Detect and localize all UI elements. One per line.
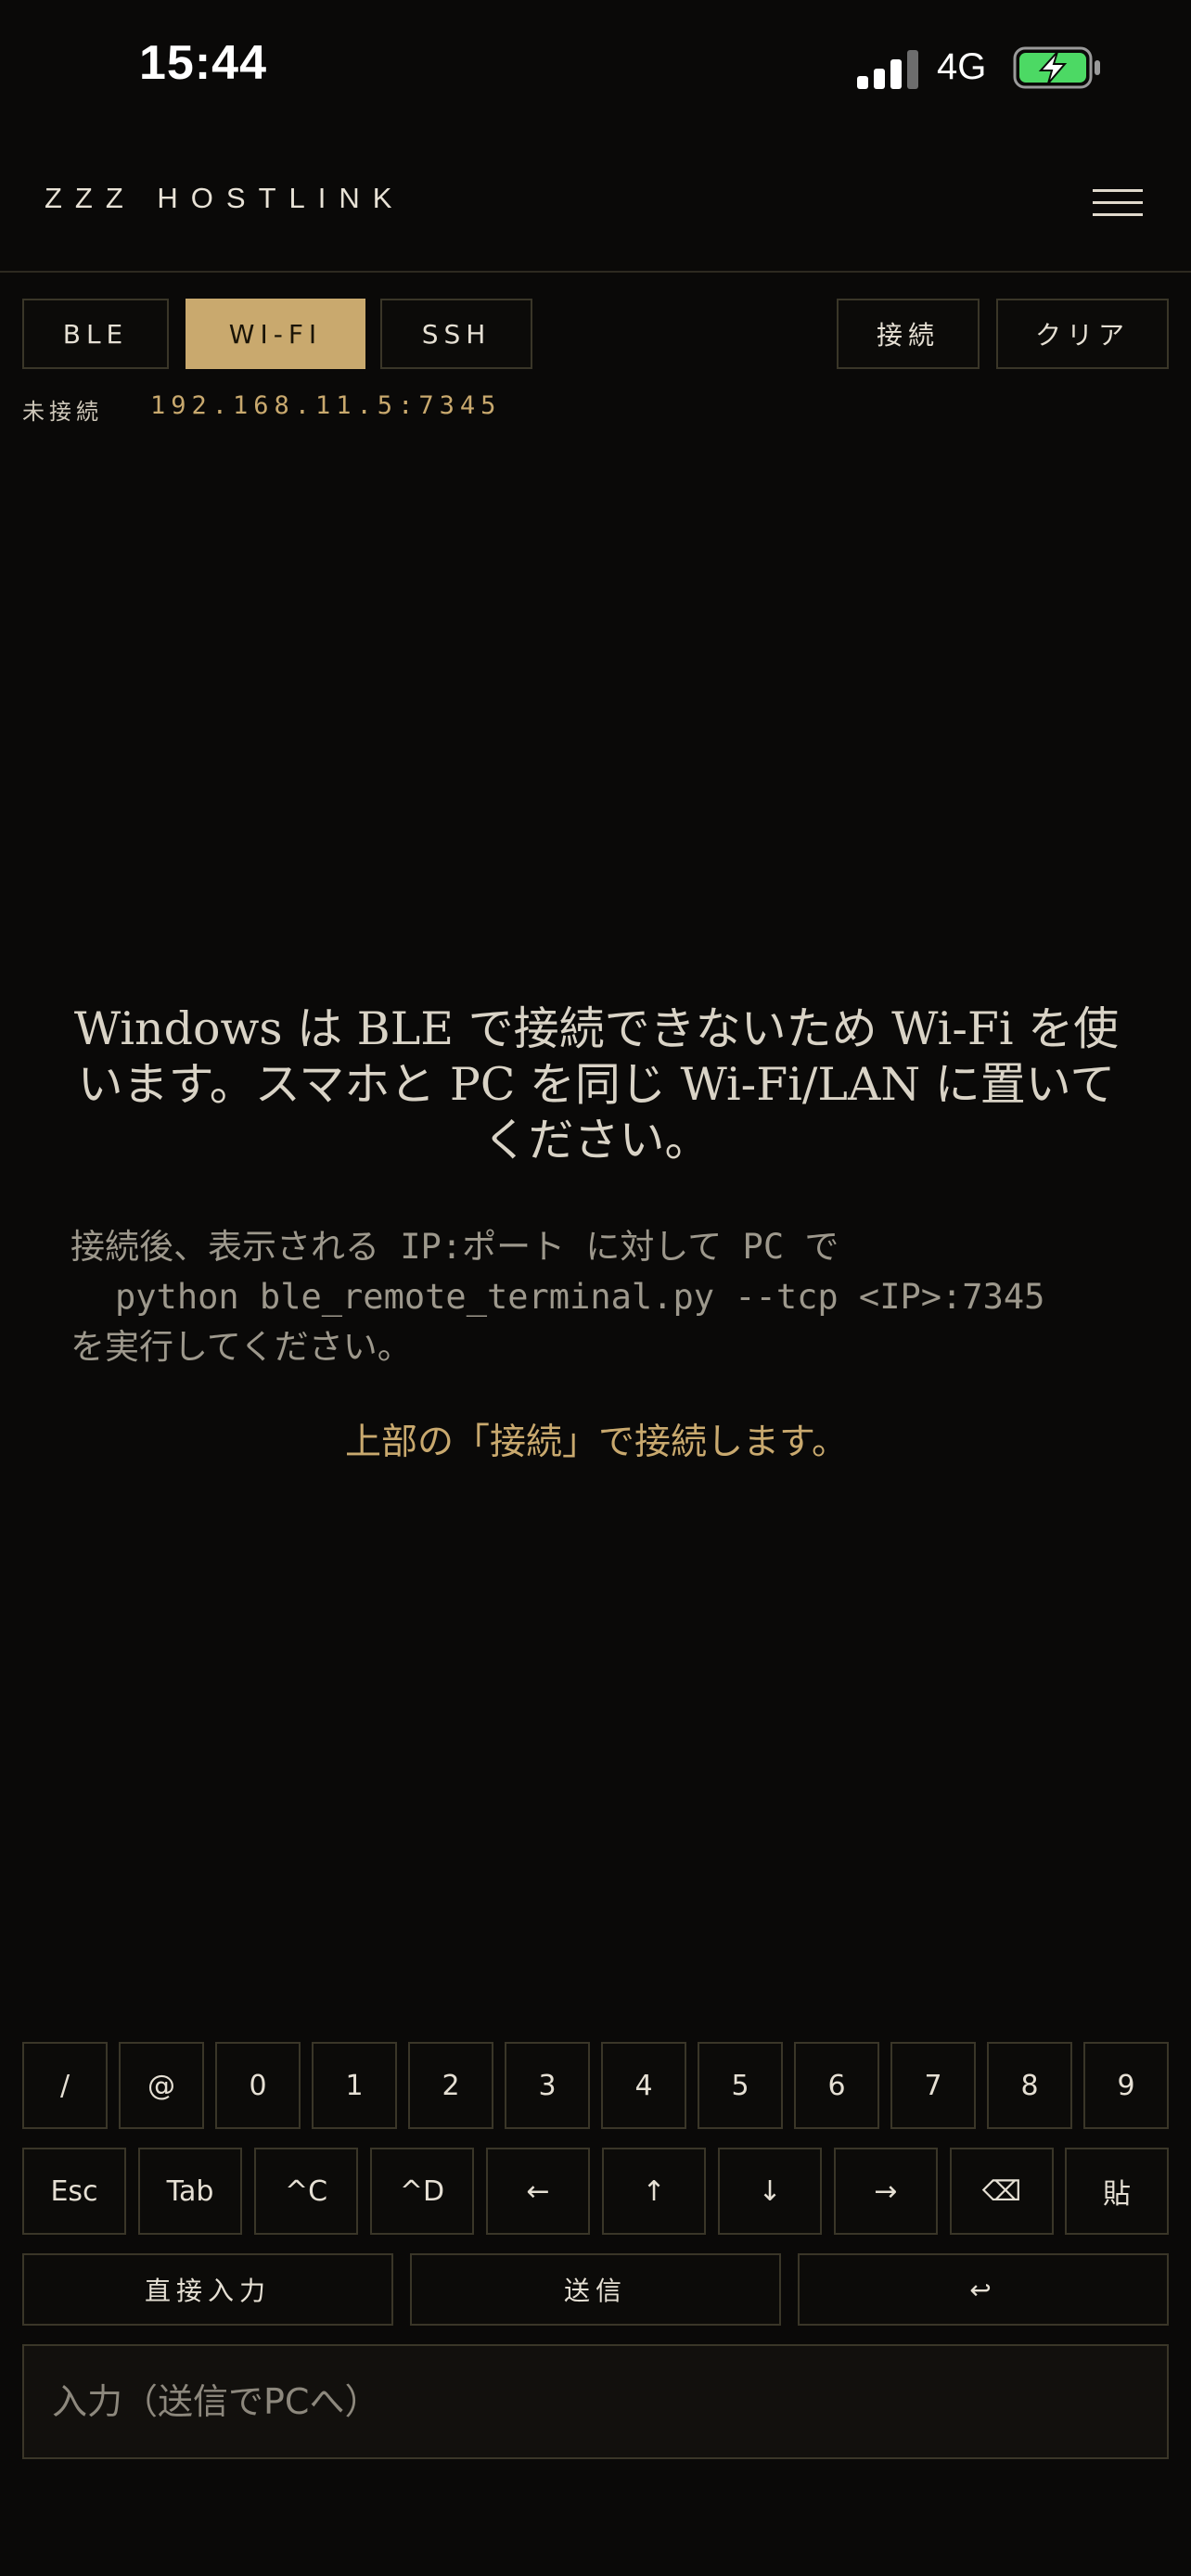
key-0[interactable]: 0 <box>215 2042 301 2129</box>
command-instruction: 接続後、表示される IP:ポート に対して PC で python ble_re… <box>70 1222 1137 1372</box>
message-input[interactable]: 入力（送信でPCへ） <box>22 2344 1169 2459</box>
key-9[interactable]: 9 <box>1083 2042 1169 2129</box>
send-button[interactable]: 送信 <box>410 2253 781 2326</box>
command-line-2: python ble_remote_terminal.py --tcp <IP>… <box>115 1277 1045 1317</box>
key-ctrl-d[interactable]: ^D <box>370 2148 474 2235</box>
connection-status: 未接続 <box>22 399 103 425</box>
connect-hint: 上部の「接続」で接続します。 <box>344 1422 849 1463</box>
connection-address: 192.168.11.5:7345 <box>150 391 502 420</box>
key-4[interactable]: 4 <box>601 2042 686 2129</box>
tab-ble[interactable]: BLE <box>22 299 169 369</box>
key-6[interactable]: 6 <box>794 2042 879 2129</box>
connect-button[interactable]: 接続 <box>837 299 980 369</box>
header-divider <box>0 271 1191 273</box>
direct-input-button[interactable]: 直接入力 <box>22 2253 393 2326</box>
key-arrow-left[interactable]: ← <box>486 2148 590 2235</box>
key-3[interactable]: 3 <box>505 2042 590 2129</box>
network-type: 4G <box>937 46 987 87</box>
command-line-1: 接続後、表示される IP:ポート に対して PC で <box>70 1227 839 1267</box>
key-2[interactable]: 2 <box>408 2042 493 2129</box>
signal-icon <box>857 46 920 89</box>
tab-ssh[interactable]: SSH <box>380 299 532 369</box>
key-ctrl-c[interactable]: ^C <box>254 2148 358 2235</box>
key-1[interactable]: 1 <box>312 2042 397 2129</box>
menu-icon[interactable] <box>1093 189 1143 217</box>
key-7[interactable]: 7 <box>890 2042 976 2129</box>
key-paste[interactable]: 貼 <box>1065 2148 1169 2235</box>
key-tab[interactable]: Tab <box>138 2148 242 2235</box>
clear-button[interactable]: クリア <box>996 299 1169 369</box>
key-5[interactable]: 5 <box>698 2042 783 2129</box>
key-arrow-up[interactable]: ↑ <box>602 2148 706 2235</box>
key-8[interactable]: 8 <box>987 2042 1072 2129</box>
key-arrow-right[interactable]: → <box>834 2148 938 2235</box>
battery-charging-icon <box>1013 46 1102 89</box>
key-arrow-down[interactable]: ↓ <box>718 2148 822 2235</box>
key-backspace[interactable]: ⌫ <box>950 2148 1054 2235</box>
enter-button[interactable]: ↩ <box>798 2253 1169 2326</box>
key-slash[interactable]: / <box>22 2042 108 2129</box>
status-time: 15:44 <box>139 36 267 90</box>
wifi-instruction: Windows は BLE で接続できないため Wi-Fi を使います。スマホと… <box>73 1002 1120 1167</box>
command-line-3: を実行してください。 <box>70 1327 412 1367</box>
key-esc[interactable]: Esc <box>22 2148 126 2235</box>
app-title: ZZZ HOSTLINK <box>45 182 405 214</box>
key-at[interactable]: @ <box>119 2042 204 2129</box>
tab-wifi[interactable]: WI-FI <box>186 299 365 369</box>
